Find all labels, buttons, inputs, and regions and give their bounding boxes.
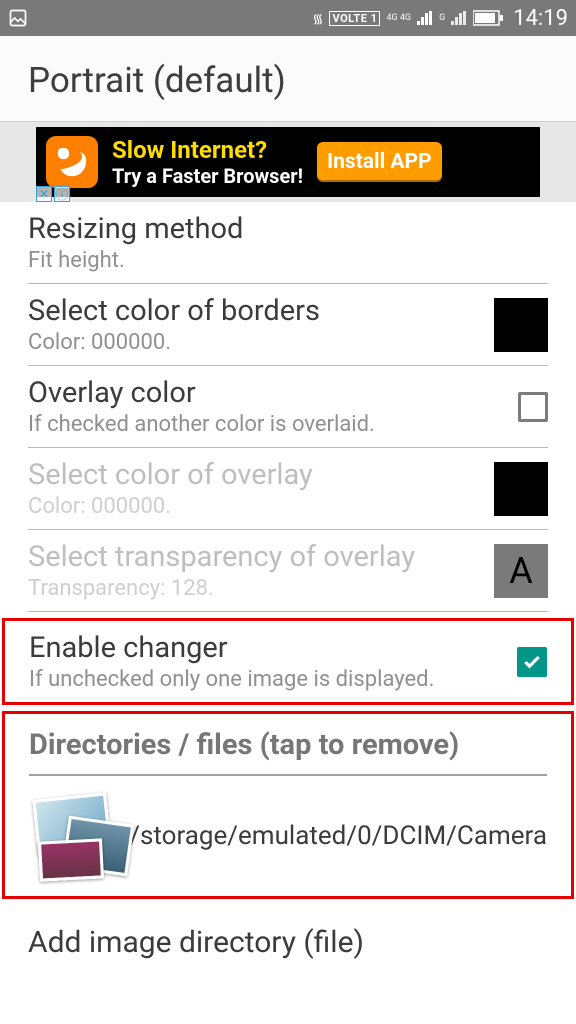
net-4g: 4G 4G — [386, 14, 411, 23]
add-image-directory[interactable]: Add image directory (file) — [0, 905, 576, 960]
check-icon — [522, 652, 542, 672]
setting-sub: Transparency: 128. — [28, 576, 494, 601]
checkbox-checked[interactable] — [517, 647, 547, 677]
signal-1-icon — [417, 11, 433, 25]
setting-resizing-method[interactable]: Resizing method Fit height. — [28, 202, 548, 284]
volte-badge: VOLTE 1 — [329, 11, 380, 26]
setting-overlay-color: Select color of overlay Color: 000000. — [28, 448, 548, 530]
ad-banner[interactable]: Slow Internet? Try a Faster Browser! Ins… — [0, 122, 576, 202]
color-swatch[interactable] — [494, 298, 548, 352]
image-icon — [8, 8, 28, 28]
folder-thumbnail — [29, 792, 111, 882]
directory-item[interactable]: /storage/emulated/0/DCIM/Camera — [29, 792, 547, 882]
setting-title: Select transparency of overlay — [28, 540, 494, 574]
status-bar: ᯾ VOLTE 1 4G 4G G 14:19 — [0, 0, 576, 36]
ad-headline: Slow Internet? — [112, 136, 303, 164]
directory-path: /storage/emulated/0/DCIM/Camera — [129, 820, 547, 854]
battery-icon — [473, 10, 503, 26]
nfc-icon: ᯾ — [312, 9, 323, 27]
color-swatch — [494, 462, 548, 516]
ad-cta-button[interactable]: Install APP — [317, 142, 442, 182]
setting-sub: If unchecked only one image is displayed… — [29, 667, 517, 692]
directories-heading: Directories / files (tap to remove) — [29, 722, 547, 776]
setting-title: Select color of borders — [28, 294, 494, 328]
setting-title: Resizing method — [28, 212, 548, 246]
highlighted-directories: Directories / files (tap to remove) /sto… — [2, 711, 574, 899]
setting-enable-changer[interactable]: Enable changer If unchecked only one ima… — [5, 621, 571, 702]
setting-title: Select color of overlay — [28, 458, 494, 492]
setting-border-color[interactable]: Select color of borders Color: 000000. — [28, 284, 548, 366]
setting-sub: If checked another color is overlaid. — [28, 412, 518, 437]
checkbox-unchecked[interactable] — [518, 392, 548, 422]
signal-2-icon — [451, 11, 467, 25]
net-g: G — [439, 14, 445, 23]
page-title: Portrait (default) — [0, 36, 576, 122]
highlighted-enable-changer: Enable changer If unchecked only one ima… — [2, 618, 574, 705]
setting-overlay-color-toggle[interactable]: Overlay color If checked another color i… — [28, 366, 548, 448]
setting-overlay-transparency: Select transparency of overlay Transpare… — [28, 530, 548, 612]
alpha-swatch: A — [494, 544, 548, 598]
clock: 14:19 — [513, 6, 568, 31]
ad-info-icon[interactable]: ⓘ — [54, 186, 70, 202]
ad-subtext: Try a Faster Browser! — [112, 164, 303, 188]
ad-close-icon[interactable]: ✕ — [36, 186, 52, 202]
setting-sub: Fit height. — [28, 248, 548, 273]
uc-browser-icon — [46, 136, 98, 188]
setting-sub: Color: 000000. — [28, 494, 494, 519]
setting-title: Overlay color — [28, 376, 518, 410]
setting-title: Enable changer — [29, 631, 517, 665]
setting-sub: Color: 000000. — [28, 330, 494, 355]
